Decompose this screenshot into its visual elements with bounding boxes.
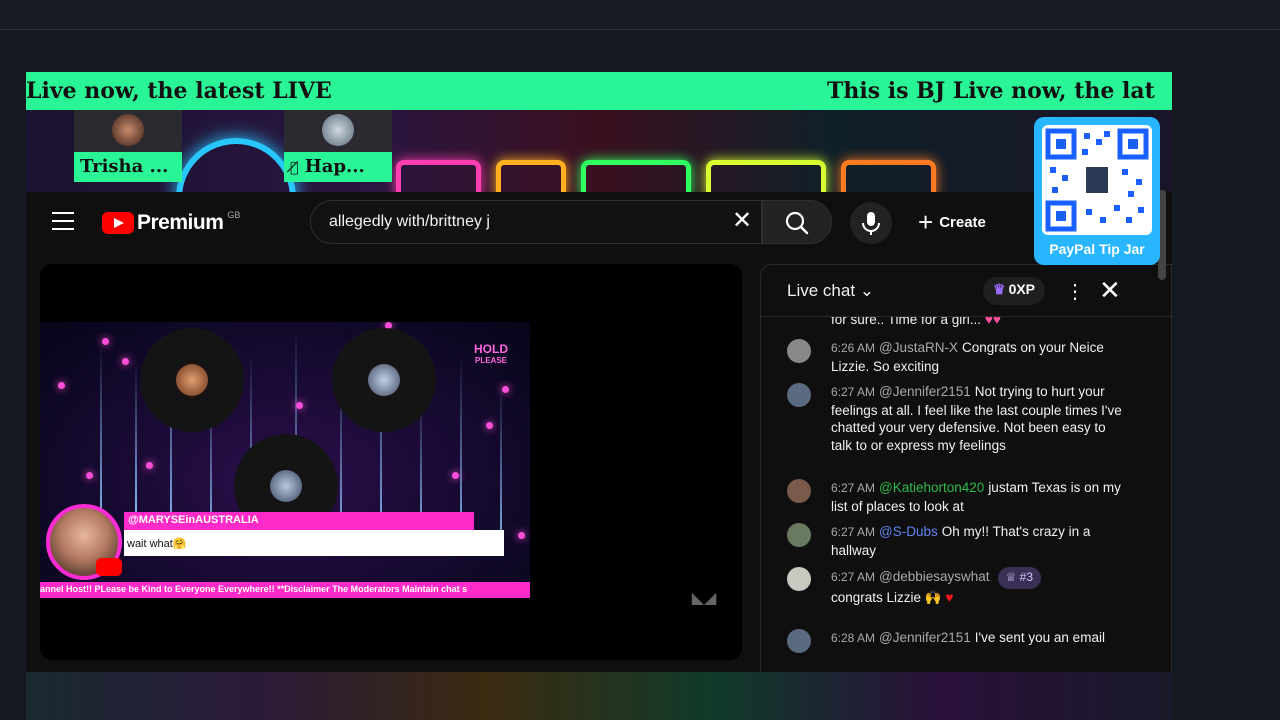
search-icon: [785, 211, 809, 235]
chat-message: 6:27 AM @Jennifer2151 Not trying to hurt y…: [787, 383, 1127, 454]
heart-icon: ♥: [945, 589, 954, 605]
youtube-badge-icon: [96, 558, 122, 576]
stream-overlay: Live now, the latest LIVE This is BJ Liv…: [26, 72, 1172, 720]
neon-background-bottom: [26, 672, 1172, 720]
hamburger-menu-icon[interactable]: [52, 212, 74, 230]
guest-avatar: [112, 114, 144, 146]
chat-header: Live chat ⌄ ♛ 0XP ⋮ ✕: [761, 265, 1171, 317]
chat-mode-dropdown[interactable]: Live chat ⌄: [787, 281, 874, 301]
chat-message: 6:27 AM @debbiesayswhat ♕ #3 congrats Lizzi…: [787, 567, 1127, 606]
message-time: 6:28 AM: [831, 631, 876, 645]
create-label: Create: [939, 213, 986, 231]
clear-search-icon[interactable]: ✕: [729, 209, 755, 235]
avatar: [787, 523, 811, 547]
comment-text-bar: wait what🤗: [124, 530, 504, 556]
avatar: [787, 339, 811, 363]
chat-title: Live chat: [787, 281, 856, 300]
chat-message: 6:27 AM @Katiehorton420 justam Texas is on…: [787, 479, 1127, 515]
hold-line-1: HOLD: [474, 342, 508, 356]
avatar: [787, 479, 811, 503]
message-text: for sure.. Time for a girl...: [831, 317, 982, 327]
neon-background-top: [26, 110, 1172, 258]
chat-message: 6:28 AM @Jennifer2151 I've sent you an ema…: [787, 629, 1127, 653]
avatar: [787, 629, 811, 653]
guest-disc: [140, 328, 244, 432]
guest-name-tag: 🎙̸ Hap...: [284, 152, 392, 182]
message-time: 6:27 AM: [831, 385, 876, 399]
message-time: 6:27 AM: [831, 570, 876, 584]
chat-message-partial: for sure.. Time for a girl... ♥♥: [787, 317, 1127, 329]
hold-line-2: PLEASE: [474, 356, 507, 365]
message-author[interactable]: @debbiesayswhat: [879, 569, 990, 584]
guest-tile-hap[interactable]: 🎙̸ Hap...: [284, 110, 392, 182]
crown-icon: ♕: [1005, 570, 1017, 584]
more-options-icon[interactable]: ⋮: [1065, 279, 1085, 304]
video-player[interactable]: HOLD PLEASE @MARYSEinAUSTRALIA wait what…: [40, 264, 742, 660]
microphone-icon: [862, 212, 880, 235]
close-chat-icon[interactable]: ✕: [1099, 275, 1121, 306]
message-author[interactable]: @JustaRN-X: [879, 340, 958, 355]
membership-badge: ♕ #3: [997, 567, 1042, 589]
search-box[interactable]: allegedly with/brittney j ✕: [310, 200, 762, 244]
guest-name: Hap...: [304, 156, 365, 177]
country-code: GB: [227, 210, 241, 220]
chat-message: 6:27 AM @S-Dubs Oh my!! That's crazy in a …: [787, 523, 1127, 559]
browser-top-bar: [0, 0, 1280, 30]
message-text: I've sent you an email: [974, 630, 1105, 645]
plus-icon: +: [918, 207, 934, 237]
message-author[interactable]: @Katiehorton420: [879, 480, 984, 495]
youtube-play-icon: [102, 212, 134, 234]
message-time: 6:27 AM: [831, 481, 876, 495]
message-author[interactable]: @Jennifer2151: [879, 384, 971, 399]
avatar: [787, 383, 811, 407]
guest-name-tag: Trisha ...: [74, 152, 182, 182]
muted-mic-icon: 🎙̸: [290, 160, 299, 176]
disclaimer-crawl: annel Host!! PLease be Kind to Everyone …: [40, 582, 530, 598]
search-button[interactable]: [762, 200, 832, 244]
search-input[interactable]: allegedly with/brittney j: [329, 213, 490, 231]
guest-disc: [332, 328, 436, 432]
brand-name: Premium: [137, 211, 224, 234]
message-time: 6:27 AM: [831, 525, 876, 539]
badge-text: #3: [1019, 570, 1034, 584]
ticker-text-b: This is BJ Live now, the lat: [827, 78, 1155, 104]
chevron-down-icon: ⌄: [859, 281, 875, 300]
qr-label: PayPal Tip Jar: [1049, 241, 1145, 257]
message-text: congrats Lizzie 🙌: [831, 589, 942, 605]
youtube-window: Premium GB allegedly with/brittney j ✕ +…: [26, 192, 1172, 720]
message-time: 6:26 AM: [831, 341, 876, 355]
mask-logo-icon: ◣◢: [691, 590, 717, 607]
xp-value: 0XP: [1008, 281, 1036, 297]
ticker-bar: Live now, the latest LIVE This is BJ Liv…: [26, 72, 1172, 110]
comment-author-bar: @MARYSEinAUSTRALIA: [124, 512, 474, 530]
chat-messages: for sure.. Time for a girl... ♥♥ 6:26 AM…: [761, 317, 1161, 675]
xp-badge[interactable]: ♛ 0XP: [983, 277, 1046, 305]
message-author[interactable]: @S-Dubs: [879, 524, 938, 539]
create-button[interactable]: + Create: [918, 202, 986, 242]
live-chat-panel: Live chat ⌄ ♛ 0XP ⋮ ✕ for sure.. Time for…: [760, 264, 1172, 676]
chat-message: 6:26 AM @JustaRN-X Congrats on your Neice …: [787, 339, 1127, 375]
qr-code: [1042, 125, 1152, 235]
hold-please-sign: HOLD PLEASE: [474, 342, 508, 366]
crown-icon: ♛: [993, 281, 1006, 297]
guest-avatar: [322, 114, 354, 146]
youtube-logo[interactable]: Premium GB: [102, 208, 240, 238]
youtube-header: Premium GB allegedly with/brittney j ✕ +…: [26, 192, 1172, 254]
heart-icon: ♥♥: [984, 317, 1001, 327]
ticker-text-a: Live now, the latest LIVE: [26, 78, 332, 104]
guest-tile-trisha[interactable]: Trisha ...: [74, 110, 182, 182]
message-author[interactable]: @Jennifer2151: [879, 630, 971, 645]
voice-search-button[interactable]: [850, 202, 892, 244]
avatar: [787, 567, 811, 591]
paypal-qr-card: PayPal Tip Jar: [1034, 117, 1160, 265]
